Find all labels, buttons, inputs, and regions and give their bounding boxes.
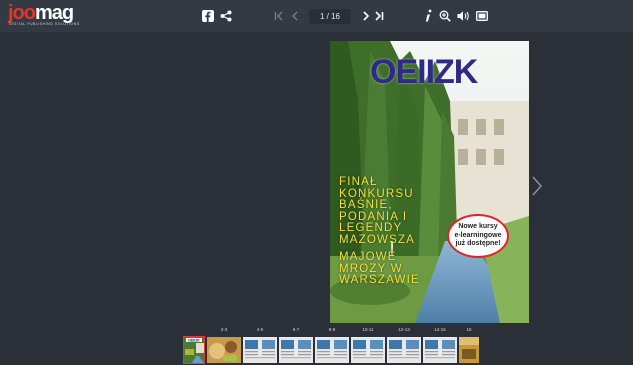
thumbnail-label: 8-9	[328, 327, 336, 332]
svg-text:OEIIZK: OEIIZK	[188, 339, 200, 343]
logo-accent-text: joo	[8, 2, 36, 24]
elearning-badge: Nowe kursy e-learningowe już dostępne!	[447, 214, 509, 258]
next-spread-arrow[interactable]	[530, 174, 544, 198]
thumbnail-back-cover[interactable]	[459, 337, 479, 363]
thumbnail-label: 2-3	[220, 327, 228, 332]
fullscreen-icon[interactable]	[476, 11, 488, 21]
thumbnail-spread[interactable]	[423, 337, 457, 363]
thumbnail-cover[interactable]: OEIIZK	[183, 336, 205, 364]
first-page-icon[interactable]	[274, 11, 284, 21]
thumbnail-label: 16	[466, 327, 472, 332]
last-page-icon[interactable]	[374, 11, 384, 21]
thumbnail-strip: OEIIZK 2-3 4-5 6-7 8-9 10-11 12-13 14-15	[0, 326, 633, 365]
prev-page-icon[interactable]	[291, 11, 299, 21]
thumbnail-label: 10-11	[362, 327, 374, 332]
cover-title: OEIIZK	[370, 53, 478, 91]
thumbnail-label: 6-7	[292, 327, 300, 332]
cover-headline-line: FINAŁ	[339, 176, 378, 188]
logo-tagline: DIGITAL PUBLISHING SOLUTIONS	[9, 22, 80, 26]
badge-line: e-learningowe	[454, 231, 502, 239]
thumbnail-spread[interactable]	[279, 337, 313, 363]
info-icon[interactable]	[425, 9, 433, 23]
thumbnail-spread[interactable]	[243, 337, 277, 363]
thumbnail-spread[interactable]	[387, 337, 421, 363]
logo-main-text: mag	[35, 2, 74, 24]
thumbnail-label: 14-15	[434, 327, 446, 332]
reader-area	[0, 32, 633, 328]
cover-headline-line: MAJOWE	[339, 251, 397, 263]
badge-line: Nowe kursy	[458, 223, 498, 231]
thumbnail-spread[interactable]	[207, 337, 241, 363]
joomag-logo[interactable]: joomag DIGITAL PUBLISHING SOLUTIONS	[8, 2, 86, 29]
share-icon[interactable]	[220, 10, 232, 22]
viewer-app: joomag DIGITAL PUBLISHING SOLUTIONS 1 / …	[0, 0, 633, 365]
facebook-icon[interactable]	[202, 10, 214, 22]
thumbnail-label: 4-5	[256, 327, 264, 332]
cover-headline-line: BAŚNIE,	[339, 199, 393, 211]
thumbnail-spread[interactable]	[351, 337, 385, 363]
thumbnail-label: 12-13	[398, 327, 410, 332]
badge-line: już dostępne!	[455, 240, 501, 248]
magazine-cover[interactable]: OEIIZK FINAŁ KONKURSU BAŚNIE, PODANIA I …	[330, 41, 529, 323]
top-toolbar: joomag DIGITAL PUBLISHING SOLUTIONS 1 / …	[0, 0, 633, 32]
thumbnail-spread[interactable]	[315, 337, 349, 363]
sound-icon[interactable]	[457, 10, 470, 22]
next-page-icon[interactable]	[362, 11, 370, 21]
cover-headline-line: WARSZAWIE	[339, 274, 420, 286]
zoom-in-icon[interactable]	[439, 10, 451, 22]
page-counter[interactable]: 1 / 16	[309, 9, 351, 24]
